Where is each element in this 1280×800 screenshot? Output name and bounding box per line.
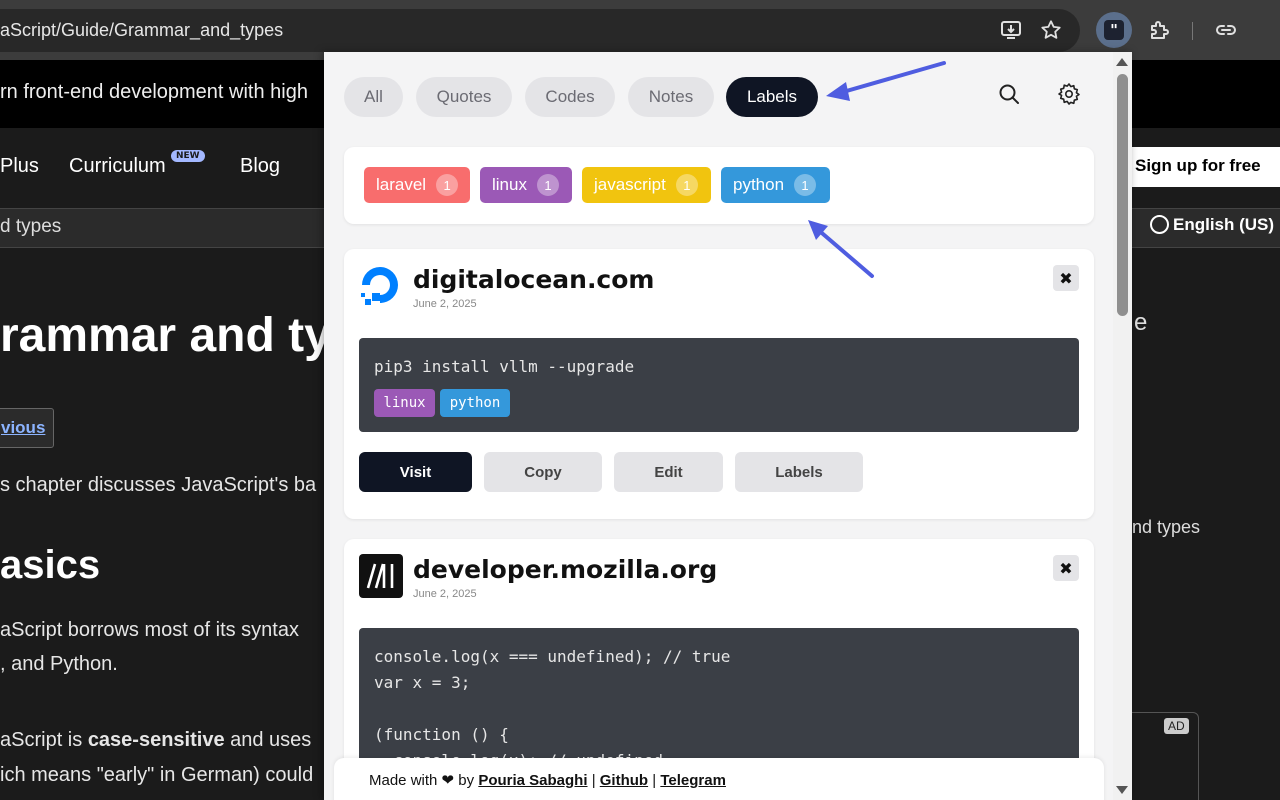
new-badge: NEW <box>171 150 205 162</box>
code-line: (function () { <box>374 725 509 744</box>
edit-button[interactable]: Edit <box>614 452 723 492</box>
scrollbar-thumb[interactable] <box>1117 74 1128 316</box>
nav-plus[interactable]: Plus <box>0 155 39 178</box>
para1-line2: , and Python. <box>0 653 118 675</box>
tab-quotes[interactable]: Quotes <box>416 77 512 117</box>
tab-labels[interactable]: Labels <box>726 77 818 117</box>
github-link[interactable]: Github <box>600 772 648 789</box>
code-line: console.log(x === undefined); // true <box>374 647 731 666</box>
para2-line1: aScript is case-sensitive and uses <box>0 729 312 751</box>
mdn-logo-icon <box>359 554 403 598</box>
close-icon[interactable]: ✖ <box>1053 555 1079 581</box>
code-line: var x = 3; <box>374 673 471 692</box>
previous-label: vious <box>1 418 46 437</box>
url-text[interactable]: aScript/Guide/Grammar_and_types <box>0 20 283 41</box>
ad-tag: AD <box>1164 718 1189 734</box>
label-count: 1 <box>675 174 698 196</box>
label-count: 1 <box>436 174 459 196</box>
visit-button[interactable]: Visit <box>359 452 472 492</box>
copy-button[interactable]: Copy <box>484 452 602 492</box>
language-label: English (US) <box>1173 215 1275 234</box>
code-line: pip3 install vllm --upgrade <box>374 357 635 376</box>
item-site-name[interactable]: digitalocean.com <box>413 265 654 294</box>
intro-text: s chapter discusses JavaScript's ba <box>0 474 317 496</box>
close-icon[interactable]: ✖ <box>1053 265 1079 291</box>
page-title: rammar and ty <box>0 309 331 362</box>
section-heading: asics <box>0 543 101 587</box>
item-date: June 2, 2025 <box>413 298 477 310</box>
label-linux[interactable]: linux 1 <box>480 167 572 203</box>
star-icon[interactable] <box>1037 16 1065 44</box>
gear-icon[interactable] <box>1053 78 1085 110</box>
item-tag-python[interactable]: python <box>440 389 510 417</box>
sidebar-link[interactable]: nd types <box>1132 517 1200 538</box>
tab-notes[interactable]: Notes <box>628 77 714 117</box>
tab-all[interactable]: All <box>344 77 403 117</box>
search-icon[interactable] <box>993 78 1025 110</box>
breadcrumb[interactable]: d types <box>0 216 61 238</box>
para2-line2: ich means "early" in German) could <box>0 764 314 786</box>
language-selector[interactable]: English (US) <box>1150 215 1274 235</box>
label-python[interactable]: python 1 <box>721 167 830 203</box>
scroll-up-icon[interactable] <box>1116 58 1128 66</box>
item-date: June 2, 2025 <box>413 588 477 600</box>
heart-icon: ❤ <box>441 772 455 789</box>
previous-button[interactable]: vious <box>0 408 54 448</box>
item-tag-linux[interactable]: linux <box>374 389 435 417</box>
toolbar-separator <box>1192 22 1193 40</box>
item-site-name[interactable]: developer.mozilla.org <box>413 555 717 584</box>
sidebar-text: e <box>1134 309 1148 336</box>
quote-extension-icon[interactable]: " <box>1096 12 1132 48</box>
label-count: 1 <box>794 174 817 196</box>
telegram-link[interactable]: Telegram <box>660 772 726 789</box>
nav-blog[interactable]: Blog <box>240 155 280 178</box>
scroll-down-icon[interactable] <box>1116 786 1128 794</box>
signup-button[interactable]: Sign up for free <box>1125 147 1280 187</box>
label-javascript[interactable]: javascript 1 <box>582 167 711 203</box>
globe-icon <box>1150 215 1169 234</box>
tab-codes[interactable]: Codes <box>525 77 615 117</box>
link-icon[interactable] <box>1212 16 1240 44</box>
author-link[interactable]: Pouria Sabaghi <box>478 772 587 789</box>
banner-text[interactable]: rn front-end development with high <box>0 81 308 104</box>
install-icon[interactable] <box>997 16 1025 44</box>
digitalocean-logo-icon <box>361 267 398 305</box>
label-laravel[interactable]: laravel 1 <box>364 167 470 203</box>
labels-button[interactable]: Labels <box>735 452 863 492</box>
para1-line1: aScript borrows most of its syntax <box>0 619 299 641</box>
label-count: 1 <box>536 174 559 196</box>
extensions-puzzle-icon[interactable] <box>1146 16 1174 44</box>
nav-curriculum[interactable]: Curriculum <box>69 155 166 178</box>
code-block[interactable]: pip3 install vllm --upgrade <box>359 338 1079 432</box>
footer-credit: Made with ❤ by Pouria Sabaghi | Github |… <box>369 772 726 789</box>
